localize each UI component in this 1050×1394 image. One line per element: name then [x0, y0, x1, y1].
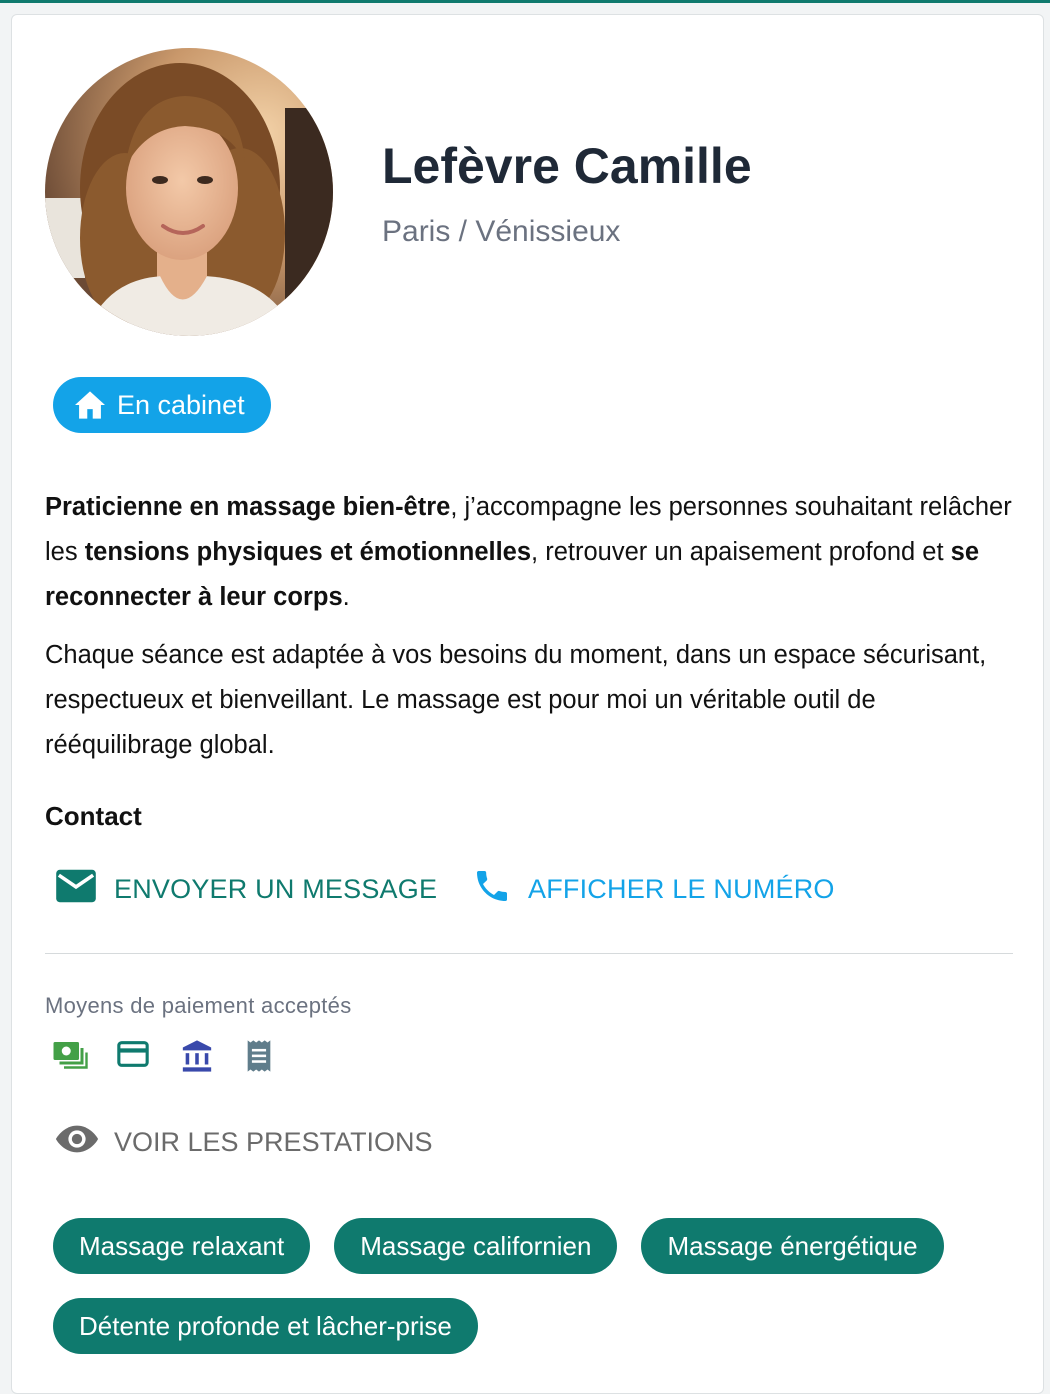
bio-highlight: tensions physiques et émotionnelles	[84, 538, 532, 566]
credit-card-icon	[116, 1039, 156, 1079]
practitioner-location: Paris / Vénissieux	[382, 215, 621, 248]
phone-icon	[472, 866, 512, 913]
home-icon	[73, 390, 107, 420]
bio-paragraph-2: Chaque séance est adaptée à vos besoins …	[45, 641, 987, 759]
bio: Praticienne en massage bien-être, j’acco…	[45, 485, 1025, 781]
profile-card: Lefèvre Camille Paris / Vénissieux En ca…	[11, 14, 1044, 1394]
send-message-label: ENVOYER UN MESSAGE	[114, 873, 438, 904]
payment-methods-title: Moyens de paiement acceptés	[45, 993, 352, 1018]
bio-highlight: Praticienne en massage bien-être	[45, 493, 451, 521]
mail-icon	[54, 868, 98, 911]
contact-title: Contact	[45, 801, 142, 831]
consultation-mode-label: En cabinet	[117, 389, 245, 420]
avatar	[45, 48, 333, 336]
eye-icon	[54, 1123, 100, 1162]
cheque-icon	[244, 1039, 284, 1079]
send-message-button[interactable]: ENVOYER UN MESSAGE	[54, 865, 437, 913]
services-list: Massage relaxant Massage californien Mas…	[53, 1218, 1023, 1354]
practitioner-name: Lefèvre Camille	[382, 138, 752, 194]
consultation-mode-badge: En cabinet	[53, 377, 271, 433]
divider	[45, 953, 1013, 954]
cash-icon	[52, 1039, 92, 1079]
show-phone-button[interactable]: AFFICHER LE NUMÉRO	[472, 865, 835, 913]
service-chip[interactable]: Massage relaxant	[53, 1218, 311, 1274]
bank-transfer-icon	[180, 1039, 220, 1079]
view-services-label: VOIR LES PRESTATIONS	[114, 1127, 433, 1157]
bio-paragraph-1: Praticienne en massage bien-être, j’acco…	[45, 485, 1025, 620]
bio-text: , retrouver un apaisement profond et	[531, 538, 951, 566]
view-services-toggle[interactable]: VOIR LES PRESTATIONS	[54, 1123, 433, 1162]
avatar-portrait	[45, 48, 333, 336]
show-phone-label: AFFICHER LE NUMÉRO	[528, 873, 835, 904]
service-chip[interactable]: Massage énergétique	[641, 1218, 944, 1274]
service-chip[interactable]: Massage californien	[334, 1218, 618, 1274]
service-chip[interactable]: Détente profonde et lâcher-prise	[53, 1298, 478, 1354]
payment-methods-list	[52, 1039, 284, 1079]
bio-text: .	[342, 583, 350, 611]
top-accent-bar	[0, 0, 1050, 3]
